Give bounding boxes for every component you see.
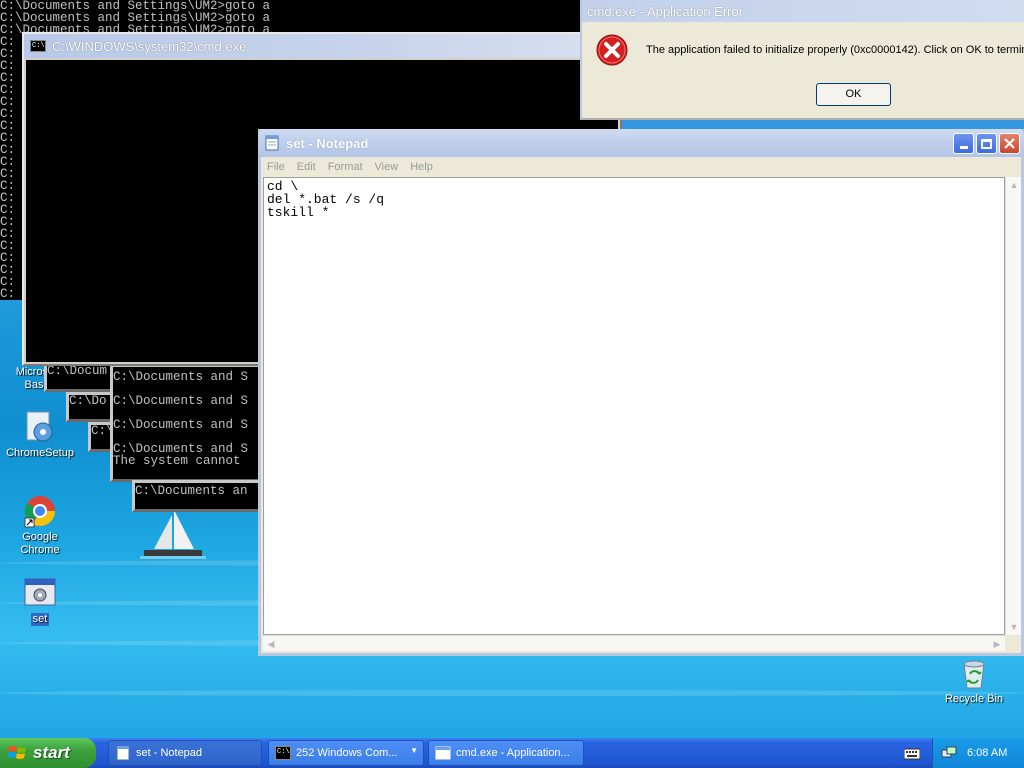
clock[interactable]: 6:08 AM (967, 747, 1007, 759)
start-label: start (33, 743, 70, 762)
console-left-column: C: C: C: C: C: C: C: C: C: C: C: C: C: C: C: C: C: C: C: C:… (0, 36, 24, 300)
sailboat-image (140, 510, 206, 559)
menu-help[interactable]: Help (410, 161, 433, 173)
taskbar-item-label: cmd.exe - Application... (456, 747, 570, 759)
scroll-left-icon[interactable]: ◀ (263, 636, 279, 652)
desktop-icon-recycle-bin[interactable]: Recycle Bin (934, 656, 1014, 706)
desktop-icon-google-chrome[interactable]: Google Chrome (0, 494, 80, 557)
console-text: C:\Documents an (135, 484, 248, 498)
scroll-right-icon[interactable]: ▶ (989, 636, 1005, 652)
scroll-up-icon[interactable]: ▲ (1006, 177, 1022, 193)
console-prefix: C: (0, 287, 16, 300)
desktop-icon-label: Google Chrome (20, 531, 60, 556)
chrome-icon (23, 494, 57, 528)
console-window[interactable]: C:\Documents and S C:\Documents and S C:… (110, 364, 262, 482)
close-button[interactable] (999, 133, 1020, 154)
menu-format[interactable]: Format (328, 161, 363, 173)
maximize-button[interactable] (976, 133, 997, 154)
menu-file[interactable]: File (267, 161, 285, 173)
notepad-content: cd \ del *.bat /s /q tskill * (267, 179, 385, 220)
console-text: C:\Documents and S C:\Documents and S C:… (113, 370, 249, 468)
cmd-title: C:\WINDOWS\system32\cmd.exe (52, 38, 247, 54)
window-icon (435, 746, 451, 760)
notepad-title: set - Notepad (286, 135, 369, 151)
notepad-titlebar[interactable]: set - Notepad (258, 129, 1024, 157)
taskbar-item-label: set - Notepad (136, 747, 203, 759)
network-icon[interactable] (941, 745, 957, 761)
error-dialog-title: cmd.exe - Application Error (587, 3, 744, 19)
error-dialog[interactable]: cmd.exe - Application Error The applicat… (580, 0, 1024, 120)
ok-button[interactable]: OK (816, 83, 891, 106)
error-message: The application failed to initialize pro… (646, 44, 1024, 56)
taskbar-item-notepad[interactable]: set - Notepad (108, 740, 262, 766)
recycle-bin-icon (957, 656, 991, 690)
keyboard-icon[interactable] (904, 746, 920, 760)
console-window[interactable]: C:\Documents an (132, 480, 262, 512)
desktop-icon-label: ChromeSetup (6, 447, 74, 459)
cmd-icon: C:\ (30, 40, 46, 52)
system-tray: 6:08 AM (932, 738, 1024, 768)
error-icon (596, 34, 628, 66)
taskbar-item-label: 252 Windows Com... (296, 747, 398, 759)
error-dialog-titlebar[interactable]: cmd.exe - Application Error (582, 0, 1024, 22)
taskbar-item-application-error[interactable]: cmd.exe - Application... (428, 740, 584, 766)
desktop-icon-label: Recycle Bin (944, 693, 1004, 705)
start-button[interactable]: start (0, 738, 96, 768)
notepad-window[interactable]: set - Notepad File Edit Format View Help… (258, 129, 1024, 656)
vertical-scrollbar[interactable]: ▲ ▼ (1005, 177, 1021, 635)
taskbar-item-windows-command[interactable]: C:\ 252 Windows Com... ▼ (268, 740, 424, 766)
cmd-icon: C:\ (275, 746, 291, 760)
notepad-icon (116, 746, 130, 760)
minimize-icon (959, 146, 968, 149)
setup-icon (23, 410, 57, 444)
maximize-icon (981, 138, 992, 149)
cmd-titlebar[interactable]: C:\ C:\WINDOWS\system32\cmd.exe (24, 34, 620, 58)
wallpaper-wave (0, 690, 1024, 696)
minimize-button[interactable] (953, 133, 974, 154)
horizontal-scrollbar[interactable]: ◀ ▶ (263, 635, 1005, 651)
chevron-down-icon[interactable]: ▼ (410, 746, 418, 755)
menu-view[interactable]: View (375, 161, 399, 173)
notepad-text-area[interactable]: cd \ del *.bat /s /q tskill * (263, 177, 1005, 635)
scroll-down-icon[interactable]: ▼ (1006, 619, 1022, 635)
notepad-icon (265, 135, 279, 151)
windows-logo-icon (8, 746, 26, 759)
size-grip[interactable] (1005, 635, 1021, 651)
batch-file-icon (23, 576, 57, 610)
menu-edit[interactable]: Edit (297, 161, 316, 173)
desktop-icon-label: set (30, 613, 50, 626)
close-icon (1004, 138, 1015, 149)
desktop-icon-set[interactable]: set (0, 576, 80, 626)
taskbar: start set - Notepad C:\ 252 Windows Com.… (0, 738, 1024, 768)
notepad-menubar: File Edit Format View Help (261, 157, 1021, 177)
